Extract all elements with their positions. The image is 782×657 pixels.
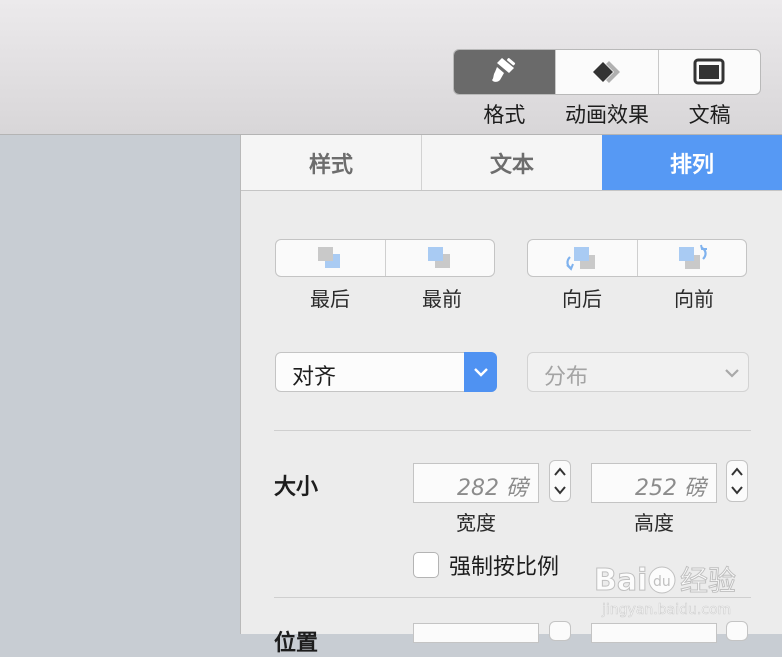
svg-text:jingyan.baidu.com: jingyan.baidu.com <box>601 602 731 618</box>
inspector-mode-selector <box>453 49 761 95</box>
inspector-tabs: 样式 文本 排列 <box>241 135 782 191</box>
tab-style[interactable]: 样式 <box>241 135 421 190</box>
bring-forward-icon <box>678 244 707 269</box>
position-section-label: 位置 <box>274 631 319 656</box>
svg-text:经验: 经验 <box>680 564 736 597</box>
back-front-group <box>275 239 495 277</box>
svg-text:du: du <box>653 574 671 590</box>
document-label: 文稿 <box>688 103 731 127</box>
tab-arrange[interactable]: 排列 <box>602 135 782 190</box>
send-to-back-label: 最后 <box>310 287 350 311</box>
format-button[interactable] <box>454 50 556 94</box>
send-backward-label: 向后 <box>562 287 602 311</box>
chevron-down-icon <box>725 369 739 378</box>
chevron-down-icon <box>473 368 488 377</box>
height-caption: 高度 <box>634 511 674 535</box>
height-field[interactable]: 252 磅 <box>591 463 717 503</box>
document-button[interactable] <box>657 50 760 94</box>
slide-canvas[interactable] <box>0 135 241 634</box>
document-icon <box>693 58 725 85</box>
size-section-label: 大小 <box>274 475 319 500</box>
baidu-paw-logo-icon: Bai du 经验 jingyan.baidu.com <box>594 563 737 619</box>
send-to-back-button[interactable] <box>276 240 385 276</box>
animate-label: 动画效果 <box>565 103 649 127</box>
bring-forward-button[interactable] <box>636 240 747 276</box>
baidu-jingyan-watermark: Bai du 经验 jingyan.baidu.com <box>582 548 772 628</box>
send-backward-button[interactable] <box>528 240 637 276</box>
send-to-back-icon <box>318 247 341 268</box>
bring-forward-label: 向前 <box>674 287 714 311</box>
svg-text:Bai: Bai <box>594 563 647 598</box>
animation-diamond-icon <box>592 61 620 83</box>
constrain-proportions-checkbox[interactable] <box>413 552 439 578</box>
height-stepper[interactable] <box>726 460 748 502</box>
tab-text[interactable]: 文本 <box>421 135 602 190</box>
bring-to-front-label: 最前 <box>422 287 462 311</box>
align-select[interactable]: 对齐 <box>275 352 497 392</box>
animate-button[interactable] <box>555 50 657 94</box>
paintbrush-icon <box>491 58 515 82</box>
x-position-field[interactable] <box>413 623 539 643</box>
backward-forward-group <box>527 239 747 277</box>
bring-to-front-icon <box>427 247 450 268</box>
toolbar: 格式 动画效果 文稿 <box>0 0 782 135</box>
distribute-select[interactable]: 分布 <box>527 352 749 392</box>
width-caption: 宽度 <box>456 511 496 535</box>
stepper-arrows-icon <box>731 467 743 495</box>
width-stepper[interactable] <box>549 460 571 502</box>
distribute-select-value: 分布 <box>544 365 589 390</box>
send-backward-icon <box>566 247 596 271</box>
mode-labels: 格式 动画效果 文稿 <box>453 99 761 129</box>
section-divider <box>274 430 751 431</box>
bring-to-front-button[interactable] <box>384 240 495 276</box>
align-select-arrow[interactable] <box>464 352 497 392</box>
width-field[interactable]: 282 磅 <box>413 463 539 503</box>
x-position-stepper[interactable] <box>549 621 571 641</box>
constrain-proportions-label: 强制按比例 <box>449 555 560 580</box>
format-label: 格式 <box>483 103 526 127</box>
align-select-value: 对齐 <box>292 365 337 390</box>
stepper-arrows-icon <box>554 467 566 495</box>
